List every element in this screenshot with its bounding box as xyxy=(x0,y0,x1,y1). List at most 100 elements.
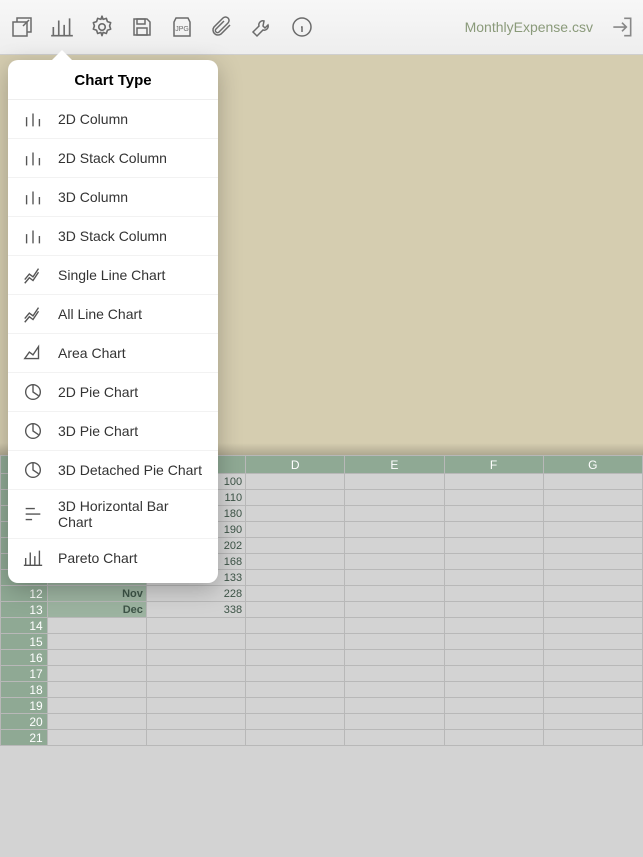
cell[interactable] xyxy=(543,586,642,602)
chart-type-option[interactable]: 3D Detached Pie Chart xyxy=(8,451,218,490)
cell[interactable] xyxy=(444,730,543,746)
cell[interactable] xyxy=(246,698,345,714)
cell[interactable] xyxy=(246,586,345,602)
cell[interactable] xyxy=(543,538,642,554)
cell[interactable] xyxy=(444,586,543,602)
cell[interactable] xyxy=(543,490,642,506)
chart-type-option[interactable]: Pareto Chart xyxy=(8,539,218,583)
cell[interactable] xyxy=(444,682,543,698)
cell[interactable] xyxy=(345,618,444,634)
cell[interactable] xyxy=(444,634,543,650)
info-icon[interactable] xyxy=(288,13,316,41)
cell[interactable] xyxy=(345,602,444,618)
cell[interactable] xyxy=(47,650,146,666)
chart-type-option[interactable]: 3D Stack Column xyxy=(8,217,218,256)
exit-icon[interactable] xyxy=(609,14,635,40)
cell[interactable] xyxy=(47,730,146,746)
row-number[interactable]: 13 xyxy=(1,602,48,618)
cell[interactable] xyxy=(47,714,146,730)
cell[interactable] xyxy=(146,666,245,682)
chart-icon[interactable] xyxy=(48,13,76,41)
cell[interactable] xyxy=(146,634,245,650)
chart-type-option[interactable]: Single Line Chart xyxy=(8,256,218,295)
cell[interactable] xyxy=(345,714,444,730)
row-number[interactable]: 18 xyxy=(1,682,48,698)
cell[interactable] xyxy=(345,586,444,602)
cell[interactable] xyxy=(444,650,543,666)
row-number[interactable]: 19 xyxy=(1,698,48,714)
cell[interactable] xyxy=(345,634,444,650)
cell-value[interactable]: 338 xyxy=(146,602,245,618)
cell[interactable] xyxy=(543,522,642,538)
cell[interactable] xyxy=(246,506,345,522)
cell[interactable] xyxy=(345,506,444,522)
gear-icon[interactable] xyxy=(88,13,116,41)
cell[interactable] xyxy=(345,538,444,554)
cell[interactable] xyxy=(246,682,345,698)
cell[interactable] xyxy=(146,618,245,634)
cell[interactable] xyxy=(146,682,245,698)
cell[interactable] xyxy=(345,490,444,506)
cell[interactable] xyxy=(444,714,543,730)
chart-type-option[interactable]: 2D Stack Column xyxy=(8,139,218,178)
cell[interactable] xyxy=(444,522,543,538)
cell[interactable] xyxy=(543,634,642,650)
cell-value[interactable]: 228 xyxy=(146,586,245,602)
cell[interactable] xyxy=(47,618,146,634)
cell[interactable] xyxy=(543,730,642,746)
cell[interactable] xyxy=(246,730,345,746)
col-header[interactable]: D xyxy=(246,456,345,474)
chart-type-option[interactable]: 3D Horizontal Bar Chart xyxy=(8,490,218,539)
cell[interactable] xyxy=(543,570,642,586)
cell[interactable] xyxy=(543,474,642,490)
cell[interactable] xyxy=(345,698,444,714)
cell[interactable] xyxy=(345,682,444,698)
cell[interactable] xyxy=(345,570,444,586)
cell[interactable] xyxy=(345,522,444,538)
cell[interactable] xyxy=(444,506,543,522)
row-number[interactable]: 15 xyxy=(1,634,48,650)
cell[interactable] xyxy=(47,682,146,698)
save-icon[interactable] xyxy=(128,13,156,41)
cell[interactable] xyxy=(47,666,146,682)
cell[interactable] xyxy=(444,538,543,554)
cell-month[interactable]: Nov xyxy=(47,586,146,602)
cell[interactable] xyxy=(543,554,642,570)
cell[interactable] xyxy=(444,474,543,490)
cell[interactable] xyxy=(345,730,444,746)
col-header[interactable]: F xyxy=(444,456,543,474)
cell[interactable] xyxy=(146,730,245,746)
resize-icon[interactable] xyxy=(8,13,36,41)
col-header[interactable]: G xyxy=(543,456,642,474)
attachment-icon[interactable] xyxy=(208,13,236,41)
image-icon[interactable]: JPG xyxy=(168,13,196,41)
cell-month[interactable]: Dec xyxy=(47,602,146,618)
cell[interactable] xyxy=(444,618,543,634)
cell[interactable] xyxy=(246,714,345,730)
row-number[interactable]: 17 xyxy=(1,666,48,682)
cell[interactable] xyxy=(246,650,345,666)
cell[interactable] xyxy=(246,538,345,554)
cell[interactable] xyxy=(543,618,642,634)
cell[interactable] xyxy=(345,666,444,682)
cell[interactable] xyxy=(543,714,642,730)
cell[interactable] xyxy=(444,602,543,618)
cell[interactable] xyxy=(146,714,245,730)
cell[interactable] xyxy=(543,682,642,698)
chart-type-option[interactable]: 2D Pie Chart xyxy=(8,373,218,412)
cell[interactable] xyxy=(246,618,345,634)
row-number[interactable]: 20 xyxy=(1,714,48,730)
chart-type-option[interactable]: 2D Column xyxy=(8,100,218,139)
cell[interactable] xyxy=(246,570,345,586)
cell[interactable] xyxy=(543,698,642,714)
cell[interactable] xyxy=(246,490,345,506)
cell[interactable] xyxy=(444,490,543,506)
row-number[interactable]: 16 xyxy=(1,650,48,666)
row-number[interactable]: 21 xyxy=(1,730,48,746)
chart-type-option[interactable]: 3D Pie Chart xyxy=(8,412,218,451)
cell[interactable] xyxy=(246,634,345,650)
chart-type-option[interactable]: 3D Column xyxy=(8,178,218,217)
cell[interactable] xyxy=(345,650,444,666)
cell[interactable] xyxy=(146,698,245,714)
cell[interactable] xyxy=(246,522,345,538)
